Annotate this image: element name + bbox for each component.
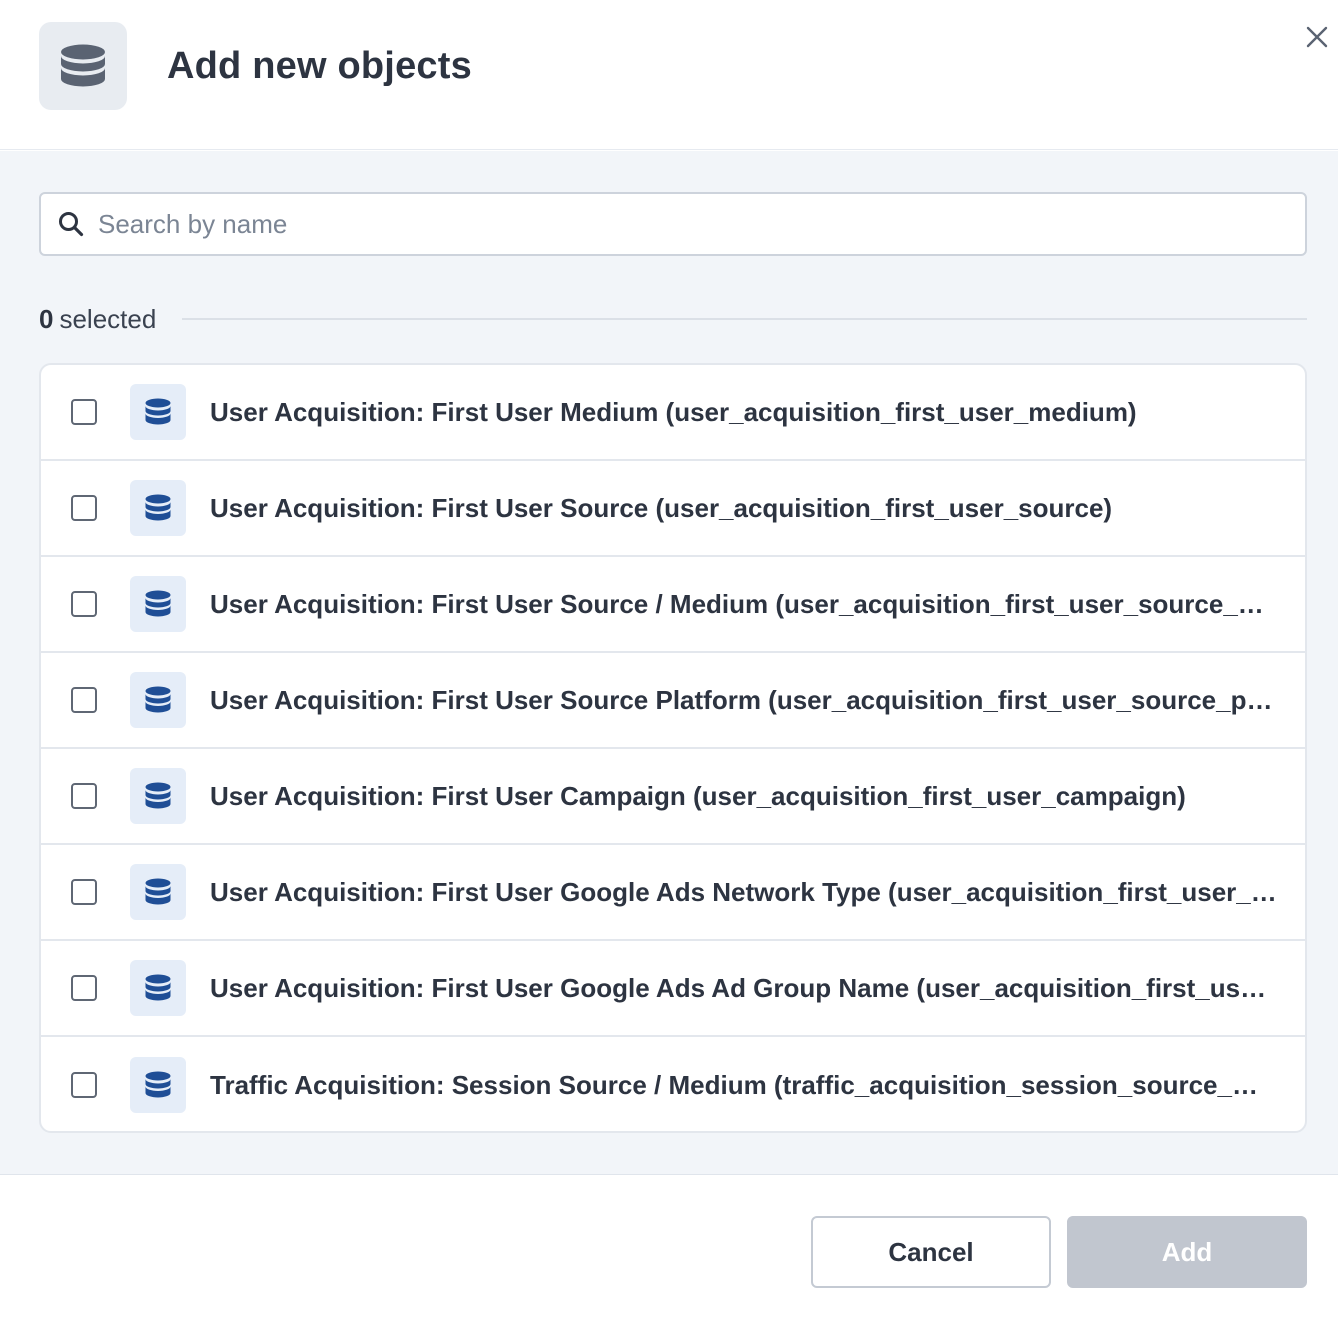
close-button[interactable] bbox=[1300, 20, 1334, 54]
item-checkbox[interactable] bbox=[71, 591, 97, 617]
database-icon bbox=[130, 1057, 186, 1113]
item-checkbox[interactable] bbox=[71, 783, 97, 809]
database-icon bbox=[130, 384, 186, 440]
search-input[interactable] bbox=[98, 208, 1278, 240]
item-label: User Acquisition: First User Google Ads … bbox=[210, 876, 1278, 907]
item-label: User Acquisition: First User Medium (use… bbox=[210, 396, 1137, 427]
item-label: User Acquisition: First User Source Plat… bbox=[210, 684, 1278, 715]
list-item[interactable]: User Acquisition: First User Medium (use… bbox=[41, 365, 1305, 461]
objects-list: User Acquisition: First User Medium (use… bbox=[39, 363, 1307, 1133]
cancel-button[interactable]: Cancel bbox=[811, 1216, 1051, 1288]
database-icon bbox=[39, 22, 127, 110]
selection-summary: 0 selected bbox=[39, 301, 1307, 337]
item-checkbox[interactable] bbox=[71, 1072, 97, 1098]
database-icon bbox=[130, 864, 186, 920]
item-label: User Acquisition: First User Source (use… bbox=[210, 492, 1113, 523]
list-item[interactable]: User Acquisition: First User Google Ads … bbox=[41, 941, 1305, 1037]
item-checkbox[interactable] bbox=[71, 687, 97, 713]
list-item[interactable]: User Acquisition: First User Google Ads … bbox=[41, 845, 1305, 941]
selected-count: 0 bbox=[39, 303, 54, 334]
divider bbox=[182, 318, 1307, 320]
item-label: User Acquisition: First User Campaign (u… bbox=[210, 780, 1186, 811]
item-label: Traffic Acquisition: Session Source / Me… bbox=[210, 1069, 1278, 1100]
dialog-title: Add new objects bbox=[167, 45, 472, 87]
database-icon bbox=[130, 672, 186, 728]
item-checkbox[interactable] bbox=[71, 495, 97, 521]
list-item[interactable]: Traffic Acquisition: Session Source / Me… bbox=[41, 1037, 1305, 1131]
item-label: User Acquisition: First User Google Ads … bbox=[210, 972, 1278, 1003]
list-item[interactable]: User Acquisition: First User Source (use… bbox=[41, 461, 1305, 557]
close-icon bbox=[1306, 26, 1328, 48]
add-objects-dialog: Add new objects 0 selected bbox=[0, 0, 1338, 1320]
list-item[interactable]: User Acquisition: First User Source Plat… bbox=[41, 653, 1305, 749]
dialog-footer: Cancel Add bbox=[0, 1176, 1338, 1320]
list-item[interactable]: User Acquisition: First User Campaign (u… bbox=[41, 749, 1305, 845]
database-icon bbox=[130, 768, 186, 824]
item-checkbox[interactable] bbox=[71, 399, 97, 425]
item-checkbox[interactable] bbox=[71, 879, 97, 905]
dialog-header: Add new objects bbox=[0, 0, 1338, 150]
search-box[interactable] bbox=[39, 192, 1307, 256]
database-icon bbox=[130, 576, 186, 632]
item-label: User Acquisition: First User Source / Me… bbox=[210, 588, 1278, 619]
database-icon bbox=[130, 480, 186, 536]
dialog-body: 0 selected User Acquisition: First User … bbox=[0, 151, 1338, 1175]
item-checkbox[interactable] bbox=[71, 975, 97, 1001]
add-button[interactable]: Add bbox=[1067, 1216, 1307, 1288]
list-item[interactable]: User Acquisition: First User Source / Me… bbox=[41, 557, 1305, 653]
selected-label: selected bbox=[59, 303, 157, 334]
database-icon bbox=[130, 960, 186, 1016]
search-icon bbox=[56, 209, 86, 239]
